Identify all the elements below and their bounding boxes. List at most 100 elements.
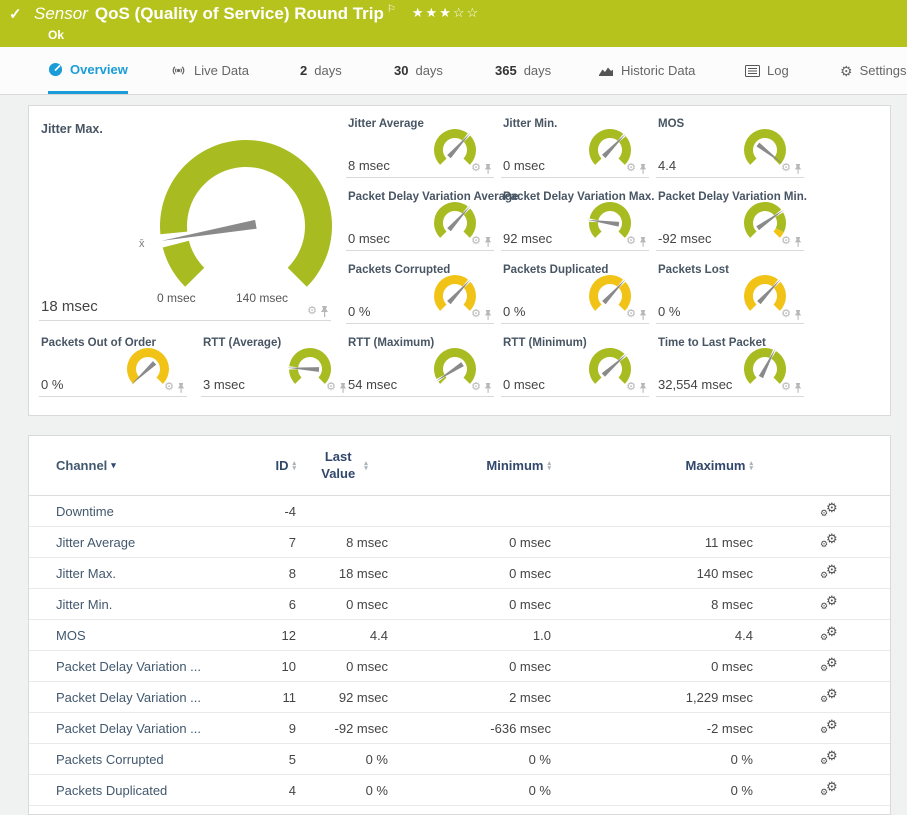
pin-icon[interactable] bbox=[794, 163, 802, 174]
tab-historic-data[interactable]: Historic Data bbox=[598, 47, 695, 94]
gauge-value: 92 msec bbox=[503, 231, 552, 246]
column-header-minimum[interactable]: Minimum▴▾ bbox=[388, 458, 551, 473]
pin-icon[interactable] bbox=[639, 382, 647, 393]
tab-30-days[interactable]: 30 days bbox=[394, 47, 443, 94]
priority-flag-icon[interactable]: ⚐ bbox=[387, 4, 396, 15]
tab-label: Historic Data bbox=[621, 63, 695, 78]
pin-icon[interactable] bbox=[639, 163, 647, 174]
channel-id: 4 bbox=[241, 783, 296, 798]
channel-settings-gear-icon[interactable]: ⚙ bbox=[471, 236, 481, 247]
channel-settings-gear-icon[interactable]: ⚙ bbox=[326, 382, 336, 393]
gauge-tile-packets-corrupted: Packets Corrupted0 %⚙ bbox=[346, 260, 494, 324]
pin-icon[interactable] bbox=[794, 309, 802, 320]
pin-icon[interactable] bbox=[484, 309, 492, 320]
tab-overview[interactable]: Overview bbox=[48, 47, 128, 94]
edit-channel-gears-icon[interactable]: ⚙⚙ bbox=[819, 595, 841, 613]
edit-channel-gears-icon[interactable]: ⚙⚙ bbox=[819, 719, 841, 737]
pin-icon[interactable] bbox=[639, 236, 647, 247]
edit-channel-gears-icon[interactable]: ⚙⚙ bbox=[819, 781, 841, 799]
edit-channel-gears-icon[interactable]: ⚙⚙ bbox=[819, 657, 841, 675]
gauge-tile-jitter-average: Jitter Average8 msec⚙ bbox=[346, 114, 494, 178]
channel-table-panel: Channel▾ ID▴▾ Last Value▴▾ Minimum▴▾ Max… bbox=[28, 435, 891, 815]
channel-settings-gear-icon[interactable]: ⚙ bbox=[781, 163, 791, 174]
sort-desc-icon[interactable]: ▾ bbox=[111, 460, 116, 471]
column-header-id[interactable]: ID▴▾ bbox=[241, 458, 296, 473]
channel-name-link[interactable]: Jitter Average bbox=[29, 535, 241, 550]
gauge-title: Jitter Max. bbox=[41, 122, 103, 136]
channel-name-link[interactable]: Packet Delay Variation ... bbox=[29, 659, 241, 674]
pin-icon[interactable] bbox=[794, 236, 802, 247]
channel-settings-gear-icon[interactable]: ⚙ bbox=[307, 306, 317, 317]
edit-channel-gears-icon[interactable]: ⚙⚙ bbox=[819, 688, 841, 706]
channel-settings-gear-icon[interactable]: ⚙ bbox=[471, 309, 481, 320]
pin-icon[interactable] bbox=[484, 236, 492, 247]
tab-label: days bbox=[415, 63, 442, 78]
channel-settings-gear-icon[interactable]: ⚙ bbox=[781, 309, 791, 320]
pin-icon[interactable] bbox=[320, 305, 329, 317]
gauge-tile-rtt-maximum: RTT (Maximum)54 msec⚙ bbox=[346, 333, 494, 397]
channel-minimum: 0 % bbox=[388, 752, 551, 767]
channel-name-link[interactable]: Downtime bbox=[29, 504, 241, 519]
gauge-title: Jitter Min. bbox=[503, 118, 557, 130]
channel-id: 11 bbox=[241, 690, 296, 705]
channel-minimum: 0 msec bbox=[388, 566, 551, 581]
tab-settings[interactable]: ⚙Settings bbox=[840, 47, 907, 94]
channel-settings-gear-icon[interactable]: ⚙ bbox=[626, 163, 636, 174]
tile-corner-icons: ⚙ bbox=[307, 305, 329, 317]
tile-corner-icons: ⚙ bbox=[471, 163, 492, 174]
channel-settings-gear-icon[interactable]: ⚙ bbox=[781, 382, 791, 393]
gauge-value: 18 msec bbox=[41, 298, 98, 315]
tab-365-days[interactable]: 365days bbox=[495, 47, 551, 94]
pin-icon[interactable] bbox=[177, 382, 185, 393]
column-header-maximum[interactable]: Maximum▴▾ bbox=[551, 458, 753, 473]
channel-settings-gear-icon[interactable]: ⚙ bbox=[781, 236, 791, 247]
gauge-value: 0 % bbox=[503, 304, 525, 319]
channel-name-link[interactable]: Jitter Min. bbox=[29, 597, 241, 612]
edit-channel-gears-icon[interactable]: ⚙⚙ bbox=[819, 502, 841, 520]
tile-corner-icons: ⚙ bbox=[471, 382, 492, 393]
table-row: Jitter Average78 msec0 msec11 msec⚙⚙ bbox=[29, 527, 890, 558]
tab-label: Settings bbox=[860, 63, 907, 78]
sort-icon[interactable]: ▴▾ bbox=[749, 461, 753, 471]
channel-settings-gear-icon[interactable]: ⚙ bbox=[471, 382, 481, 393]
sensor-titleline: SensorQoS (Quality of Service) Round Tri… bbox=[34, 4, 480, 24]
gauge-tile-jitter-min: Jitter Min.0 msec⚙ bbox=[501, 114, 649, 178]
tab-log[interactable]: Log bbox=[745, 47, 789, 94]
pin-icon[interactable] bbox=[484, 163, 492, 174]
column-header-channel[interactable]: Channel▾ bbox=[29, 458, 241, 473]
edit-channel-gears-icon[interactable]: ⚙⚙ bbox=[819, 750, 841, 768]
tab-2-days[interactable]: 2days bbox=[300, 47, 342, 94]
channel-last-value: 0 msec bbox=[296, 659, 388, 674]
channel-minimum: 2 msec bbox=[388, 690, 551, 705]
channel-id: 10 bbox=[241, 659, 296, 674]
channel-name-link[interactable]: Packets Duplicated bbox=[29, 783, 241, 798]
channel-settings-gear-icon[interactable]: ⚙ bbox=[626, 236, 636, 247]
log-icon bbox=[745, 65, 760, 77]
channel-settings-gear-icon[interactable]: ⚙ bbox=[626, 309, 636, 320]
edit-channel-gears-icon[interactable]: ⚙⚙ bbox=[819, 533, 841, 551]
channel-name-link[interactable]: Packet Delay Variation ... bbox=[29, 721, 241, 736]
channel-minimum: 0 % bbox=[388, 783, 551, 798]
channel-name-link[interactable]: MOS bbox=[29, 628, 241, 643]
gauge-tile-mos: MOS4.4⚙ bbox=[656, 114, 804, 178]
gauge-tile-packet-delay-variation-max: Packet Delay Variation Max.92 msec⚙ bbox=[501, 187, 649, 251]
tab-live-data[interactable]: Live Data bbox=[170, 47, 249, 94]
sort-icon[interactable]: ▴▾ bbox=[364, 461, 368, 471]
edit-channel-gears-icon[interactable]: ⚙⚙ bbox=[819, 626, 841, 644]
pin-icon[interactable] bbox=[484, 382, 492, 393]
channel-name-link[interactable]: Jitter Max. bbox=[29, 566, 241, 581]
edit-channel-gears-icon[interactable]: ⚙⚙ bbox=[819, 564, 841, 582]
tab-number: 365 bbox=[495, 63, 517, 78]
channel-settings-gear-icon[interactable]: ⚙ bbox=[471, 163, 481, 174]
column-header-last-value[interactable]: Last Value▴▾ bbox=[296, 449, 388, 482]
channel-name-link[interactable]: Packet Delay Variation ... bbox=[29, 690, 241, 705]
pin-icon[interactable] bbox=[794, 382, 802, 393]
channel-settings-gear-icon[interactable]: ⚙ bbox=[626, 382, 636, 393]
page-title: QoS (Quality of Service) Round Trip bbox=[95, 4, 384, 23]
channel-name-link[interactable]: Packets Corrupted bbox=[29, 752, 241, 767]
tab-number: 30 bbox=[394, 63, 408, 78]
pin-icon[interactable] bbox=[639, 309, 647, 320]
star-rating[interactable]: ★★★☆☆ bbox=[412, 5, 480, 20]
channel-settings-gear-icon[interactable]: ⚙ bbox=[164, 382, 174, 393]
tile-corner-icons: ⚙ bbox=[626, 382, 647, 393]
